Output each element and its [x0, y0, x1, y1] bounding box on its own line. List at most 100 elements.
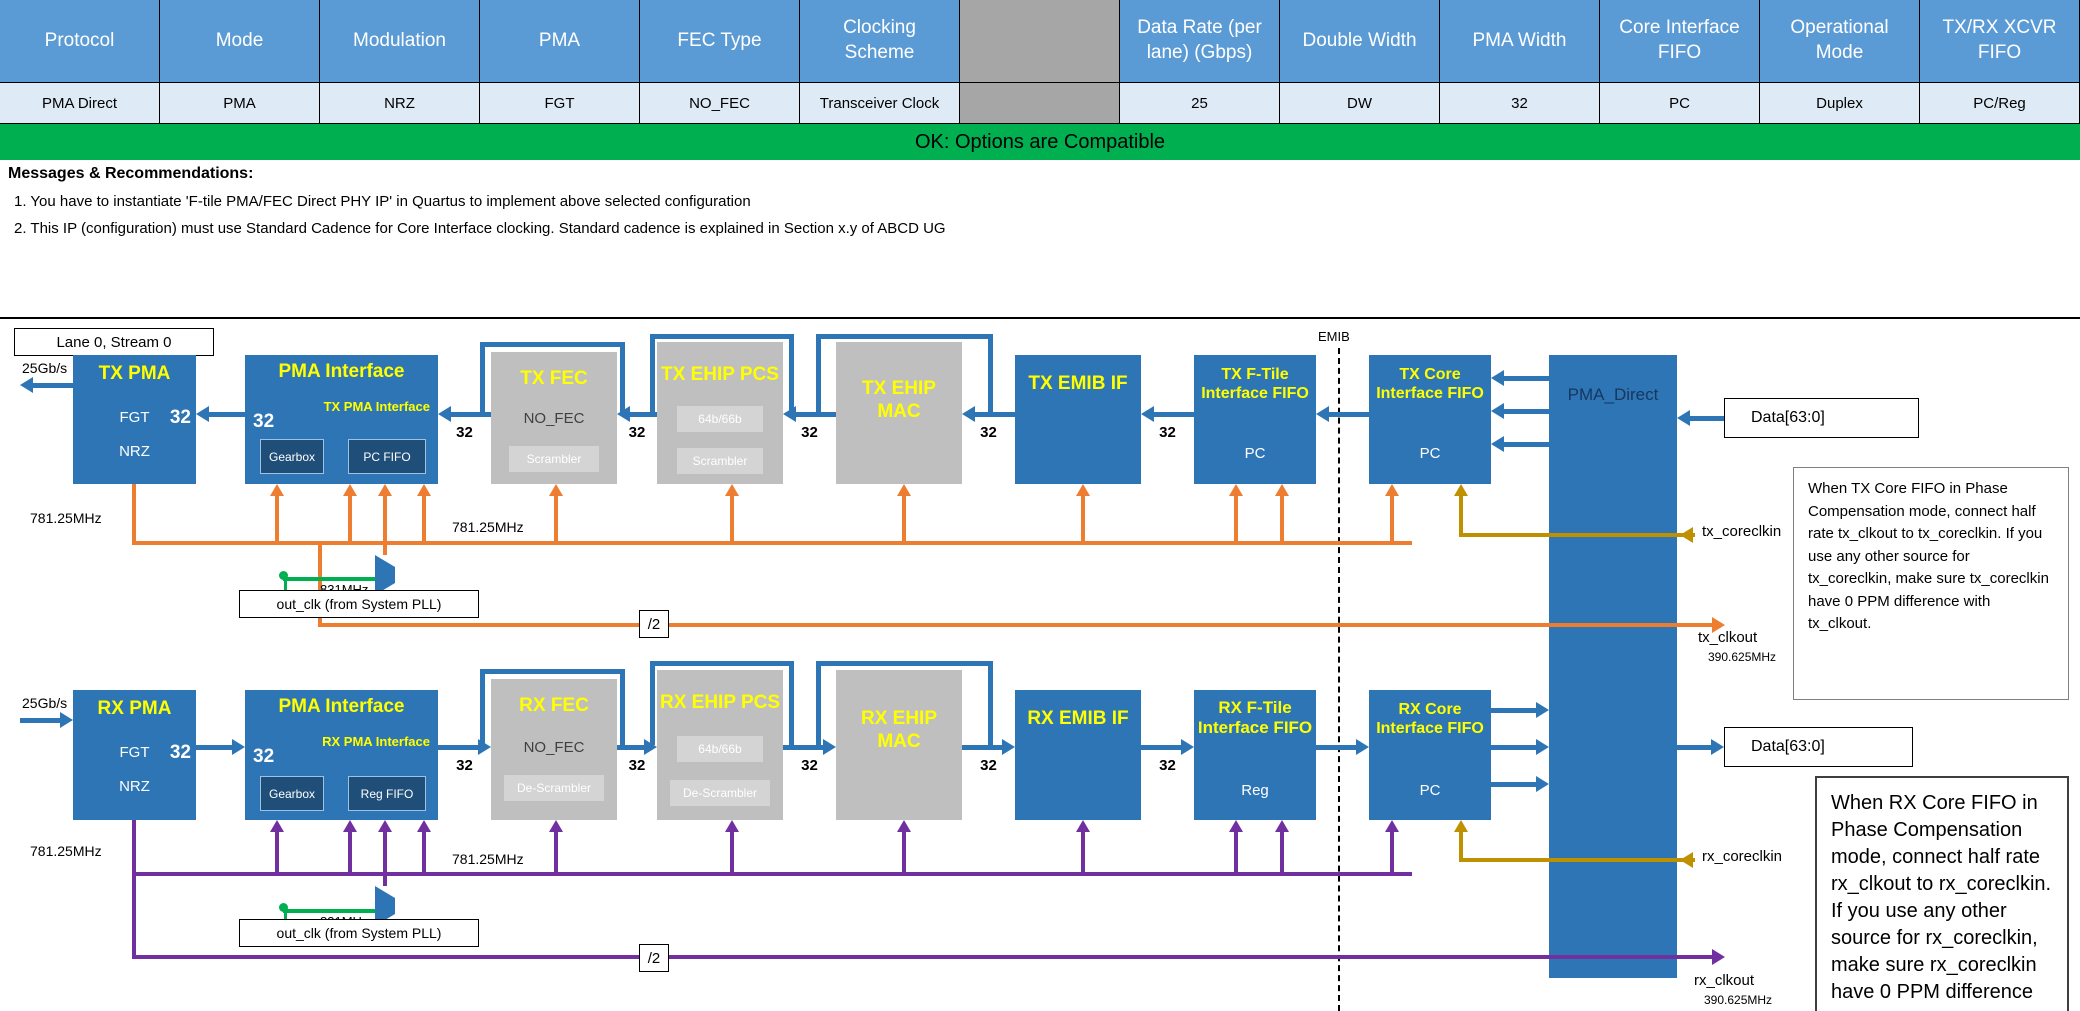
header-pma-width: PMA Width — [1440, 0, 1600, 83]
tx-emib-if-title: TX EMIB IF — [1017, 373, 1139, 396]
arrowhead — [196, 406, 209, 422]
rx-pll-line — [283, 909, 375, 913]
rx-pma-interface-block: PMA Interface RX PMA Interface 32 Gearbo… — [245, 690, 438, 820]
value-data-rate[interactable]: 25 — [1120, 83, 1280, 124]
tx-pc-fifo-chip: PC FIFO — [348, 439, 426, 474]
header-mode: Mode — [160, 0, 320, 83]
rx-rate-label: 25Gb/s — [22, 695, 67, 711]
tx-core-line — [1504, 376, 1549, 381]
rx-bus-width-label: 32 — [1141, 757, 1194, 774]
rx-ftile-fifo-title: RX F-Tile Interface FIFO — [1196, 698, 1314, 739]
rx-clkout-line — [667, 955, 1712, 959]
value-pma[interactable]: FGT — [480, 83, 640, 124]
lane-stream-label: Lane 0, Stream 0 — [14, 328, 214, 356]
arrowhead — [1536, 702, 1549, 718]
rx-datapath-line — [438, 745, 478, 750]
value-fec-type[interactable]: NO_FEC — [640, 83, 800, 124]
arrowhead — [1002, 739, 1015, 755]
rx-parallel-clk-label-2: 781.25MHz — [452, 851, 524, 867]
tx-coreclkin-label: tx_coreclkin — [1702, 523, 1781, 540]
rx-div-line — [132, 955, 639, 959]
rx-clock-riser — [422, 832, 426, 872]
arrowhead — [1454, 820, 1468, 832]
rx-bypass-line — [816, 661, 993, 666]
arrowhead — [343, 484, 357, 496]
header-fec-type: FEC Type — [640, 0, 800, 83]
header-double-width: Double Width — [1280, 0, 1440, 83]
rx-clkout-freq-label: 390.625MHz — [1704, 993, 1772, 1007]
emib-boundary-line — [1338, 348, 1340, 1011]
tx-bypass-line — [480, 347, 485, 412]
tx-bypass-line — [816, 334, 993, 339]
header-txrx-xcvr-fifo: TX/RX XCVR FIFO — [1920, 0, 2080, 83]
arrowhead — [725, 820, 739, 832]
rx-coreclkin-label: rx_coreclkin — [1702, 848, 1782, 865]
tx-clock-riser — [348, 496, 352, 541]
arrowhead — [1141, 406, 1154, 422]
value-pma-width[interactable]: 32 — [1440, 83, 1600, 124]
tx-pma-title: TX PMA — [75, 363, 194, 386]
value-modulation[interactable]: NRZ — [320, 83, 480, 124]
arrowhead — [1536, 739, 1549, 755]
rx-clock-riser — [275, 832, 279, 872]
rx-pma-title: RX PMA — [75, 698, 194, 721]
arrowhead — [1275, 484, 1289, 496]
value-core-interface-fifo[interactable]: PC — [1600, 83, 1760, 124]
rx-clock-riser — [554, 832, 558, 872]
rx-datapath-line — [196, 745, 232, 750]
rx-datapath-line — [783, 745, 823, 750]
header-operational-mode: Operational Mode — [1760, 0, 1920, 83]
rx-fec-title: RX FEC — [493, 695, 615, 718]
tx-clkout-label: tx_clkout — [1698, 629, 1757, 646]
header-blank — [960, 0, 1120, 83]
rx-core-line — [1491, 708, 1536, 713]
value-txrx-xcvr-fifo[interactable]: PC/Reg — [1920, 83, 2080, 124]
compatibility-status-bar: OK: Options are Compatible — [0, 124, 2080, 160]
tx-datapath-line — [1154, 412, 1194, 417]
header-core-interface-fifo: Core Interface FIFO — [1600, 0, 1760, 83]
rx-clock-bus — [132, 872, 1412, 876]
tx-ftile-fifo-block: TX F-Tile Interface FIFO PC — [1194, 355, 1316, 484]
arrowhead — [1711, 739, 1724, 755]
rx-bus-width-label: 32 — [617, 757, 657, 774]
tx-datapath-line — [209, 412, 245, 417]
tx-bypass-line — [620, 347, 625, 412]
arrowhead — [270, 820, 284, 832]
arrowhead — [962, 406, 975, 422]
tx-data-line — [1690, 416, 1724, 421]
arrowhead — [417, 820, 431, 832]
tx-ftile-fifo-title: TX F-Tile Interface FIFO — [1196, 365, 1314, 403]
rx-pll-source-box: out_clk (from System PLL) — [239, 919, 479, 947]
arrowhead — [1680, 852, 1693, 868]
rx-ehip-pcs-block: RX EHIP PCS 64b/66b De-Scrambler — [657, 670, 783, 820]
value-double-width[interactable]: DW — [1280, 83, 1440, 124]
rx-core-fifo-block: RX Core Interface FIFO PC — [1369, 690, 1491, 820]
arrowhead — [60, 712, 73, 728]
rx-bypass-line — [650, 666, 655, 745]
value-mode[interactable]: PMA — [160, 83, 320, 124]
tx-clock-riser — [730, 496, 734, 541]
tx-pcs-scrambler-chip: Scrambler — [677, 448, 763, 474]
tx-core-line — [1504, 409, 1549, 414]
arrowhead — [438, 406, 451, 422]
tx-data-bus-box: Data[63:0] — [1724, 398, 1919, 438]
tx-bypass-line — [789, 339, 794, 412]
pma-direct-block: PMA_Direct — [1549, 355, 1677, 978]
tx-core-fifo-block: TX Core Interface FIFO PC — [1369, 355, 1491, 484]
tx-ehip-mac-block: TX EHIP MAC — [836, 342, 962, 484]
arrowhead — [378, 820, 392, 832]
arrowhead — [378, 484, 392, 496]
tx-pll-line — [283, 577, 375, 581]
value-clocking-scheme[interactable]: Transceiver Clock — [800, 83, 960, 124]
rx-ehip-pcs-title: RX EHIP PCS — [659, 692, 781, 715]
tx-bypass-line — [480, 342, 625, 347]
arrowhead — [1677, 410, 1690, 426]
tx-core-fifo-note: When TX Core FIFO in Phase Compensation … — [1793, 467, 2069, 700]
value-protocol[interactable]: PMA Direct — [0, 83, 160, 124]
rx-clock-riser — [902, 832, 906, 872]
rx-bypass-line — [650, 661, 794, 666]
tx-datapath-line — [1329, 412, 1369, 417]
diagram-divider — [0, 317, 2080, 319]
value-operational-mode[interactable]: Duplex — [1760, 83, 1920, 124]
tx-ehip-mac-title: TX EHIP MAC — [838, 378, 960, 424]
